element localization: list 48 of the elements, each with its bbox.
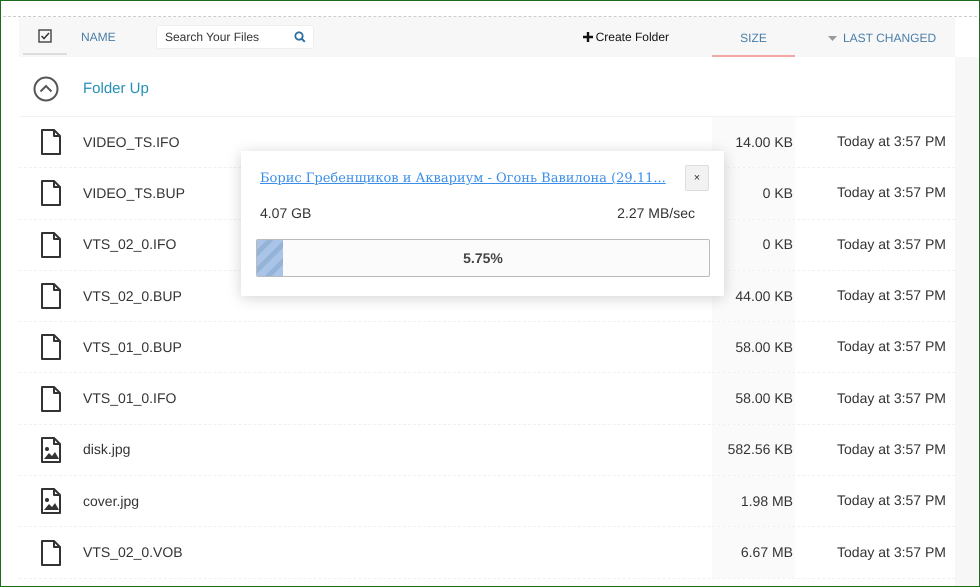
folder-up-link[interactable]: Folder Up <box>83 78 149 100</box>
progress-percent: 5.75% <box>462 248 504 268</box>
file-icon <box>40 540 62 566</box>
file-icon <box>40 334 62 360</box>
last-changed-column-tab[interactable]: LAST CHANGED <box>795 21 955 57</box>
upload-total-size: 4.07 GB <box>260 204 312 223</box>
file-name[interactable]: VTS_01_0.BUP <box>83 336 503 358</box>
last-changed-date: Today at 3:57 PM <box>837 236 946 252</box>
file-icon <box>40 232 62 258</box>
file-name[interactable]: VIDEO_TS.IFO <box>83 132 503 153</box>
create-folder-button[interactable]: Create Folder <box>582 28 669 46</box>
size-column-tab[interactable]: SIZE <box>712 21 795 57</box>
chevron-up-circle-icon[interactable] <box>33 76 59 102</box>
file-size: 58.00 KB <box>735 338 793 357</box>
file-name[interactable]: VTS_01_0.IFO <box>83 388 503 410</box>
checkbox-checked-icon <box>38 29 52 43</box>
last-changed-date: Today at 3:57 PM <box>837 390 946 406</box>
image-file-icon <box>40 488 62 514</box>
last-changed-date: Today at 3:57 PM <box>837 133 946 150</box>
close-button[interactable]: × <box>685 165 709 191</box>
last-changed-date: Today at 3:57 PM <box>837 544 946 560</box>
file-name[interactable]: VTS_02_0.VOB <box>83 542 503 564</box>
last-changed-date: Today at 3:57 PM <box>837 492 946 508</box>
file-name[interactable]: cover.jpg <box>83 490 503 512</box>
plus-icon <box>582 32 593 42</box>
search-field[interactable]: Search Your Files <box>156 25 314 49</box>
file-size: 0 KB <box>762 235 793 254</box>
file-icon <box>40 386 62 412</box>
last-changed-date: Today at 3:57 PM <box>837 184 946 200</box>
name-column-header[interactable]: NAME <box>81 28 156 46</box>
file-size: 44.00 KB <box>735 286 793 306</box>
file-icon <box>40 180 62 206</box>
image-file-icon <box>40 436 62 463</box>
file-size: 582.56 KB <box>728 440 793 460</box>
file-icon <box>40 129 62 156</box>
file-size: 0 KB <box>762 184 793 203</box>
sort-down-icon <box>828 36 837 40</box>
file-size: 1.98 MB <box>740 492 793 511</box>
file-size: 14.00 KB <box>735 132 793 152</box>
file-size: 6.67 MB <box>740 543 793 562</box>
last-changed-date: Today at 3:57 PM <box>837 338 946 354</box>
last-changed-date: Today at 3:57 PM <box>837 287 946 304</box>
file-size: 58.00 KB <box>735 389 793 408</box>
last-changed-date: Today at 3:57 PM <box>837 440 946 457</box>
search-icon <box>294 31 306 43</box>
file-name[interactable]: disk.jpg <box>83 439 503 460</box>
file-icon <box>40 283 62 310</box>
upload-speed: 2.27 MB/sec <box>617 204 695 223</box>
